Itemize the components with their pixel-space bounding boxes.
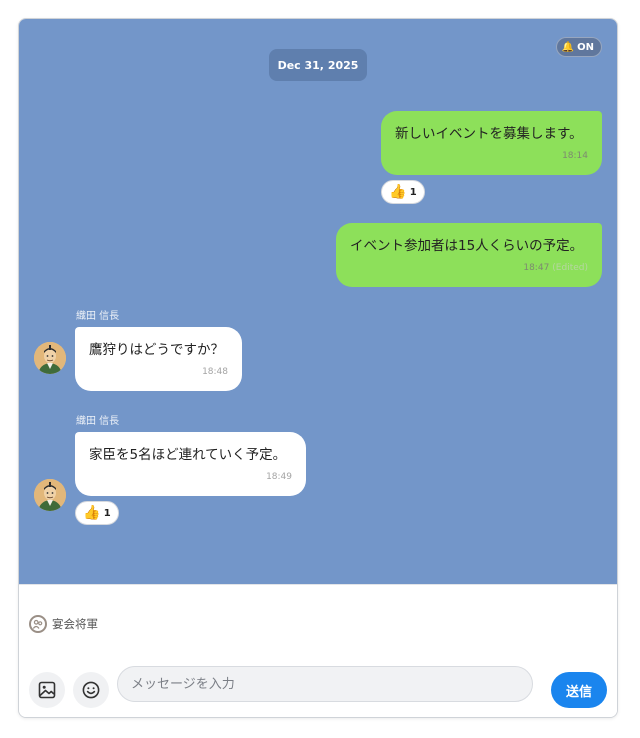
send-button[interactable]: 送信 (551, 672, 607, 708)
people-icon (32, 619, 43, 629)
message-input[interactable] (117, 666, 533, 702)
reaction-count: 1 (103, 507, 111, 519)
chat-window: 🔔 ON Dec 31, 2025 新しいイベントを募集します。 18:14 👍… (18, 18, 618, 718)
sender-name: 織田 信長 (76, 416, 120, 427)
group-icon (29, 615, 47, 633)
message-area[interactable]: 🔔 ON Dec 31, 2025 新しいイベントを募集します。 18:14 👍… (19, 19, 617, 584)
group-selector[interactable]: 宴会将軍 (29, 615, 98, 633)
notification-toggle[interactable]: 🔔 ON (555, 37, 602, 57)
message-time: 18:48 (202, 367, 228, 377)
thumbs-up-icon: 👍 (83, 505, 101, 521)
reaction-badge[interactable]: 👍 1 (75, 501, 119, 525)
bell-icon: 🔔 (561, 41, 575, 53)
message-text: 家臣を5名ほど連れていく予定。 (89, 447, 287, 463)
message-time: 18:49 (266, 472, 292, 482)
date-separator: Dec 31, 2025 (269, 49, 367, 81)
composer: 宴会将軍 送信 (19, 584, 617, 717)
image-icon (38, 681, 56, 699)
image-upload-button[interactable] (29, 672, 65, 708)
reaction-count: 1 (409, 186, 417, 198)
incoming-message[interactable]: 鷹狩りはどうですか？ 18:48 (75, 327, 242, 391)
samurai-avatar-icon (34, 479, 66, 511)
sender-name: 織田 信長 (76, 311, 120, 322)
avatar[interactable] (34, 342, 66, 374)
message-time: 18:14 (562, 151, 588, 161)
emoji-button[interactable] (73, 672, 109, 708)
message-text: 新しいイベントを募集します。 (395, 126, 583, 142)
thumbs-up-icon: 👍 (389, 184, 407, 200)
reaction-badge[interactable]: 👍 1 (381, 180, 425, 204)
group-name: 宴会将軍 (52, 617, 98, 631)
message-text: イベント参加者は15人くらいの予定。 (350, 238, 584, 254)
message-time: 18:47 (523, 263, 550, 273)
notification-status: ON (577, 41, 594, 53)
message-time-row: 18:47 (Edited) (523, 263, 588, 273)
edited-label: (Edited) (552, 263, 588, 273)
emoji-icon (82, 681, 100, 699)
message-text: 鷹狩りはどうですか？ (89, 342, 224, 358)
outgoing-message[interactable]: イベント参加者は15人くらいの予定。 18:47 (Edited) (336, 223, 602, 287)
incoming-message[interactable]: 家臣を5名ほど連れていく予定。 18:49 (75, 432, 306, 496)
samurai-avatar-icon (34, 342, 66, 374)
avatar[interactable] (34, 479, 66, 511)
outgoing-message[interactable]: 新しいイベントを募集します。 18:14 (381, 111, 602, 175)
